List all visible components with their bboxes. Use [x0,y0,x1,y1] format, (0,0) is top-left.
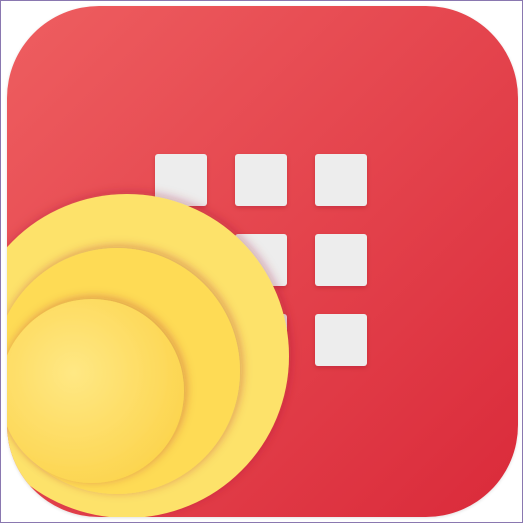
app-icon[interactable] [7,6,518,517]
screenshot-frame [0,0,523,523]
sun-inner-disc [7,299,184,483]
grid-tile [315,314,367,366]
grid-tile [315,234,367,286]
app-icon-graphic [7,6,518,517]
grid-tile [315,154,367,206]
grid-tile [235,154,287,206]
